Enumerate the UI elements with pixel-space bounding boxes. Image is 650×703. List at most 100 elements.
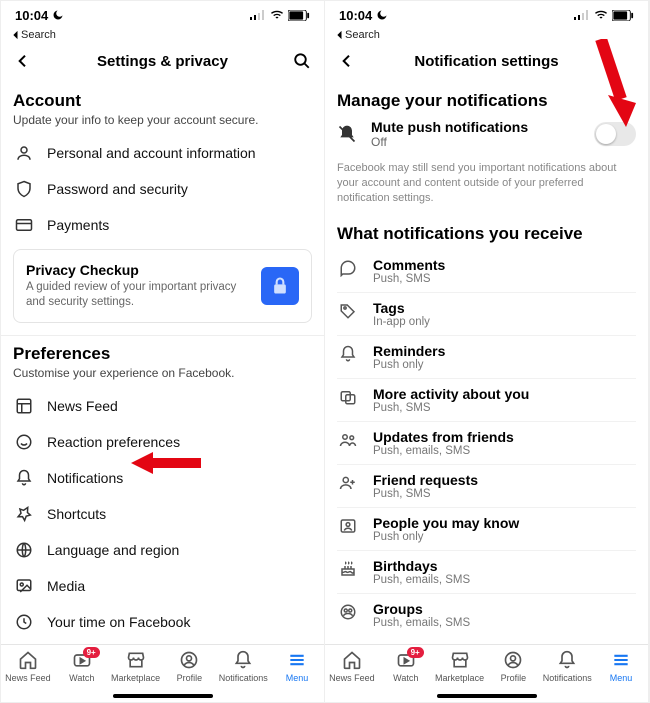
watch-icon: 9+ [72, 649, 92, 671]
store-icon [126, 649, 146, 671]
tab-notifications[interactable]: Notifications [216, 649, 270, 683]
tab-notifications[interactable]: Notifications [540, 649, 594, 683]
tab-watch[interactable]: 9+ Watch [379, 649, 433, 683]
row-label: Password and security [47, 181, 188, 197]
phone-left: 10:04 Search Settings & privacy Account … [1, 1, 325, 702]
card-sub: A guided review of your important privac… [26, 280, 251, 310]
tab-news-feed[interactable]: News Feed [325, 649, 379, 683]
tab-menu[interactable]: Menu [594, 649, 648, 683]
prefs-sub: Customise your experience on Facebook. [13, 366, 312, 380]
comment-icon [337, 257, 359, 277]
page-title: Notification settings [357, 53, 616, 70]
profile-icon [179, 649, 199, 671]
tab-marketplace[interactable]: Marketplace [433, 649, 487, 683]
back-search[interactable]: Search [325, 29, 648, 45]
tab-marketplace[interactable]: Marketplace [109, 649, 163, 683]
nrow-comments[interactable]: CommentsPush, SMS [337, 250, 636, 293]
tab-label: Profile [501, 673, 527, 683]
search-icon[interactable] [292, 51, 312, 71]
tab-label: Marketplace [435, 673, 484, 683]
watch-badge: 9+ [83, 647, 100, 658]
nrow-birthdays[interactable]: BirthdaysPush, emails, SMS [337, 551, 636, 594]
row-password-security[interactable]: Password and security [13, 171, 312, 207]
friends-icon [337, 429, 359, 449]
nrow-title: Updates from friends [373, 429, 636, 445]
nrow-title: More activity about you [373, 386, 636, 402]
image-icon [13, 577, 35, 595]
signal-icon [574, 10, 590, 20]
feed-icon [13, 397, 35, 415]
friend-add-icon [337, 472, 359, 492]
row-news-feed[interactable]: News Feed [13, 388, 312, 424]
divider [1, 335, 324, 336]
home-indicator [437, 694, 537, 698]
nrow-sub: Push, SMS [373, 488, 636, 500]
bell-icon [13, 469, 35, 487]
what-title: What notifications you receive [337, 224, 636, 244]
row-language-region[interactable]: Language and region [13, 532, 312, 568]
nrow-activity[interactable]: More activity about youPush, SMS [337, 379, 636, 422]
nrow-groups[interactable]: GroupsPush, emails, SMS [337, 594, 636, 636]
nrow-sub: Push, SMS [373, 273, 636, 285]
nrow-title: Comments [373, 257, 636, 273]
tab-label: Menu [610, 673, 633, 683]
nrow-people-know[interactable]: People you may knowPush only [337, 508, 636, 551]
nrow-tags[interactable]: TagsIn-app only [337, 293, 636, 336]
tab-menu[interactable]: Menu [270, 649, 324, 683]
tab-bar: News Feed 9+ Watch Marketplace Profile N… [325, 644, 648, 702]
row-label: Notifications [47, 470, 123, 486]
lock-card-icon [261, 267, 299, 305]
nrow-title: Reminders [373, 343, 636, 359]
shield-icon [13, 180, 35, 198]
nrow-sub: Push only [373, 531, 636, 543]
nrow-updates-friends[interactable]: Updates from friendsPush, emails, SMS [337, 422, 636, 465]
moon-icon [52, 9, 64, 21]
nrow-sub: Push, emails, SMS [373, 617, 636, 629]
row-notifications[interactable]: Notifications [13, 460, 312, 496]
back-icon[interactable] [337, 51, 357, 71]
profile-icon [503, 649, 523, 671]
nrow-title: Groups [373, 601, 636, 617]
wifi-icon [270, 10, 284, 20]
mute-toggle[interactable] [594, 122, 636, 146]
row-reaction-prefs[interactable]: Reaction preferences [13, 424, 312, 460]
bell-mute-icon [337, 124, 359, 144]
nrow-title: Birthdays [373, 558, 636, 574]
row-personal-info[interactable]: Personal and account information [13, 135, 312, 171]
page-header: Settings & privacy [1, 45, 324, 83]
back-search-label: Search [345, 29, 380, 41]
moon-icon [376, 9, 388, 21]
nrow-sub: In-app only [373, 316, 636, 328]
phone-right: 10:04 Search Notification settings Manag… [325, 1, 649, 702]
row-payments[interactable]: Payments [13, 207, 312, 243]
nrow-friend-requests[interactable]: Friend requestsPush, SMS [337, 465, 636, 508]
tab-bar: News Feed 9+ Watch Marketplace Profile N… [1, 644, 324, 702]
home-icon [18, 649, 38, 671]
tab-watch[interactable]: 9+ Watch [55, 649, 109, 683]
mute-push-row[interactable]: Mute push notifications Off [337, 111, 636, 155]
tab-label: Notifications [219, 673, 268, 683]
tab-profile[interactable]: Profile [486, 649, 540, 683]
content-right: Manage your notifications Mute push noti… [325, 83, 648, 644]
mute-title: Mute push notifications [371, 119, 582, 135]
store-icon [450, 649, 470, 671]
status-time: 10:04 [339, 8, 372, 23]
row-label: Personal and account information [47, 145, 256, 161]
row-shortcuts[interactable]: Shortcuts [13, 496, 312, 532]
wifi-icon [594, 10, 608, 20]
person-card-icon [337, 515, 359, 535]
tab-label: Watch [393, 673, 418, 683]
tab-profile[interactable]: Profile [162, 649, 216, 683]
nrow-reminders[interactable]: RemindersPush only [337, 336, 636, 379]
back-icon[interactable] [13, 51, 33, 71]
tab-label: Notifications [543, 673, 592, 683]
privacy-checkup-card[interactable]: Privacy Checkup A guided review of your … [13, 249, 312, 323]
row-media[interactable]: Media [13, 568, 312, 604]
nrow-title: Tags [373, 300, 636, 316]
card-title: Privacy Checkup [26, 262, 251, 278]
home-icon [342, 649, 362, 671]
tab-label: Watch [69, 673, 94, 683]
back-search[interactable]: Search [1, 29, 324, 45]
tab-news-feed[interactable]: News Feed [1, 649, 55, 683]
row-your-time[interactable]: Your time on Facebook [13, 604, 312, 640]
